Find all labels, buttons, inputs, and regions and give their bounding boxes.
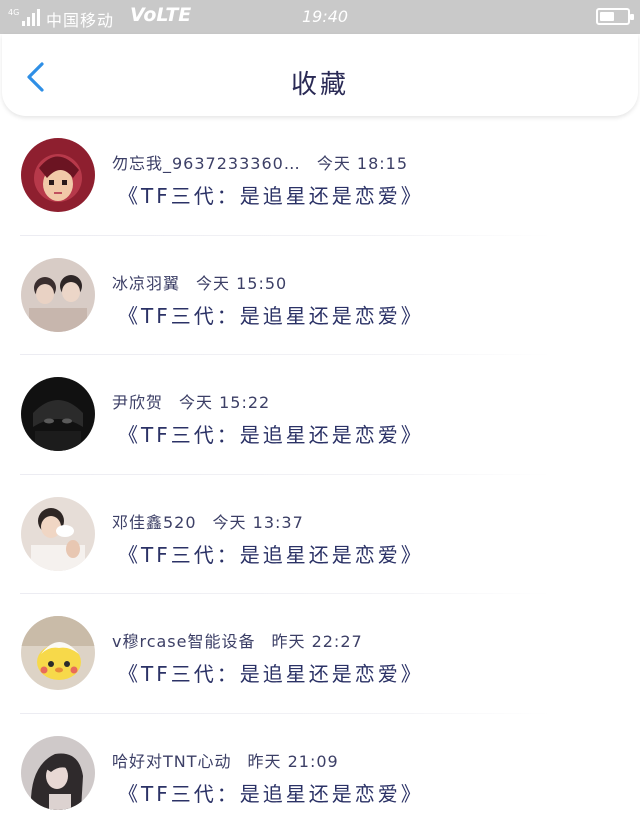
sender-name: 邓佳鑫520 [112, 512, 197, 532]
item-meta: 邓佳鑫520 今天 13:37 [112, 509, 304, 533]
item-meta: 冰凉羽翼 今天 15:50 [112, 270, 287, 294]
item-meta: 勿忘我_9637233360… 今天 18:15 [112, 150, 408, 174]
avatar [21, 735, 95, 810]
page-title: 收藏 [290, 70, 349, 100]
item-meta: v穆rcase智能设备 昨天 22:27 [112, 628, 363, 652]
sender-name: 冰凉羽翼 [112, 273, 181, 293]
sender-name: 尹欣贺 [112, 393, 164, 412]
nav-header: 收藏 [2, 34, 638, 116]
battery-level [600, 12, 614, 21]
sender-name: v穆rcase智能设备 [112, 632, 256, 651]
item-time: 今天 15:50 [196, 273, 288, 293]
list-item[interactable]: v穆rcase智能设备 昨天 22:27 《TF三代：是追星还是恋爱》 [0, 594, 640, 714]
battery-icon [596, 8, 634, 25]
item-time: 昨天 21:09 [247, 751, 339, 771]
item-subject: 《TF三代：是追星还是恋爱》 [118, 184, 424, 208]
item-subject: 《TF三代：是追星还是恋爱》 [118, 303, 424, 328]
list-item[interactable]: 尹欣贺 今天 15:22 《TF三代：是追星还是恋爱》 [0, 355, 640, 475]
status-bar: 4G 中国移动 VoLTE 19:40 [0, 0, 640, 34]
clock: 19:40 [302, 7, 349, 26]
item-time: 今天 15:22 [179, 393, 271, 412]
avatar [21, 257, 95, 332]
signal-icon: 4G [8, 8, 40, 26]
list-item[interactable]: 邓佳鑫520 今天 13:37 《TF三代：是追星还是恋爱》 [0, 475, 640, 595]
avatar [21, 138, 95, 212]
favorites-list: 勿忘我_9637233360… 今天 18:15 《TF三代：是追星还是恋爱》 冰… [0, 116, 640, 830]
item-subject: 《TF三代：是追星还是恋爱》 [118, 542, 424, 567]
list-item[interactable]: 勿忘我_9637233360… 今天 18:15 《TF三代：是追星还是恋爱》 [0, 116, 640, 236]
carrier-label: 中国移动 [46, 11, 115, 30]
list-item[interactable]: 哈好对TNT心动 昨天 21:09 《TF三代：是追星还是恋爱》 [0, 714, 640, 830]
item-subject: 《TF三代：是追星还是恋爱》 [118, 781, 424, 806]
list-item[interactable]: 冰凉羽翼 今天 15:50 《TF三代：是追星还是恋爱》 [0, 236, 640, 356]
avatar [21, 616, 95, 690]
volte-label: VoLTE [130, 4, 192, 26]
sender-name: 勿忘我_9637233360… [112, 154, 301, 173]
network-type-label: 4G [8, 8, 19, 17]
item-time: 今天 13:37 [212, 512, 304, 532]
item-time: 今天 18:15 [316, 154, 409, 173]
item-meta: 尹欣贺 今天 15:22 [112, 389, 270, 413]
avatar [21, 377, 95, 451]
avatar [21, 496, 95, 571]
item-subject: 《TF三代：是追星还是恋爱》 [118, 662, 424, 686]
item-subject: 《TF三代：是追星还是恋爱》 [118, 423, 424, 447]
item-time: 昨天 22:27 [271, 632, 363, 651]
item-meta: 哈好对TNT心动 昨天 21:09 [112, 748, 339, 772]
sender-name: 哈好对TNT心动 [112, 751, 232, 771]
